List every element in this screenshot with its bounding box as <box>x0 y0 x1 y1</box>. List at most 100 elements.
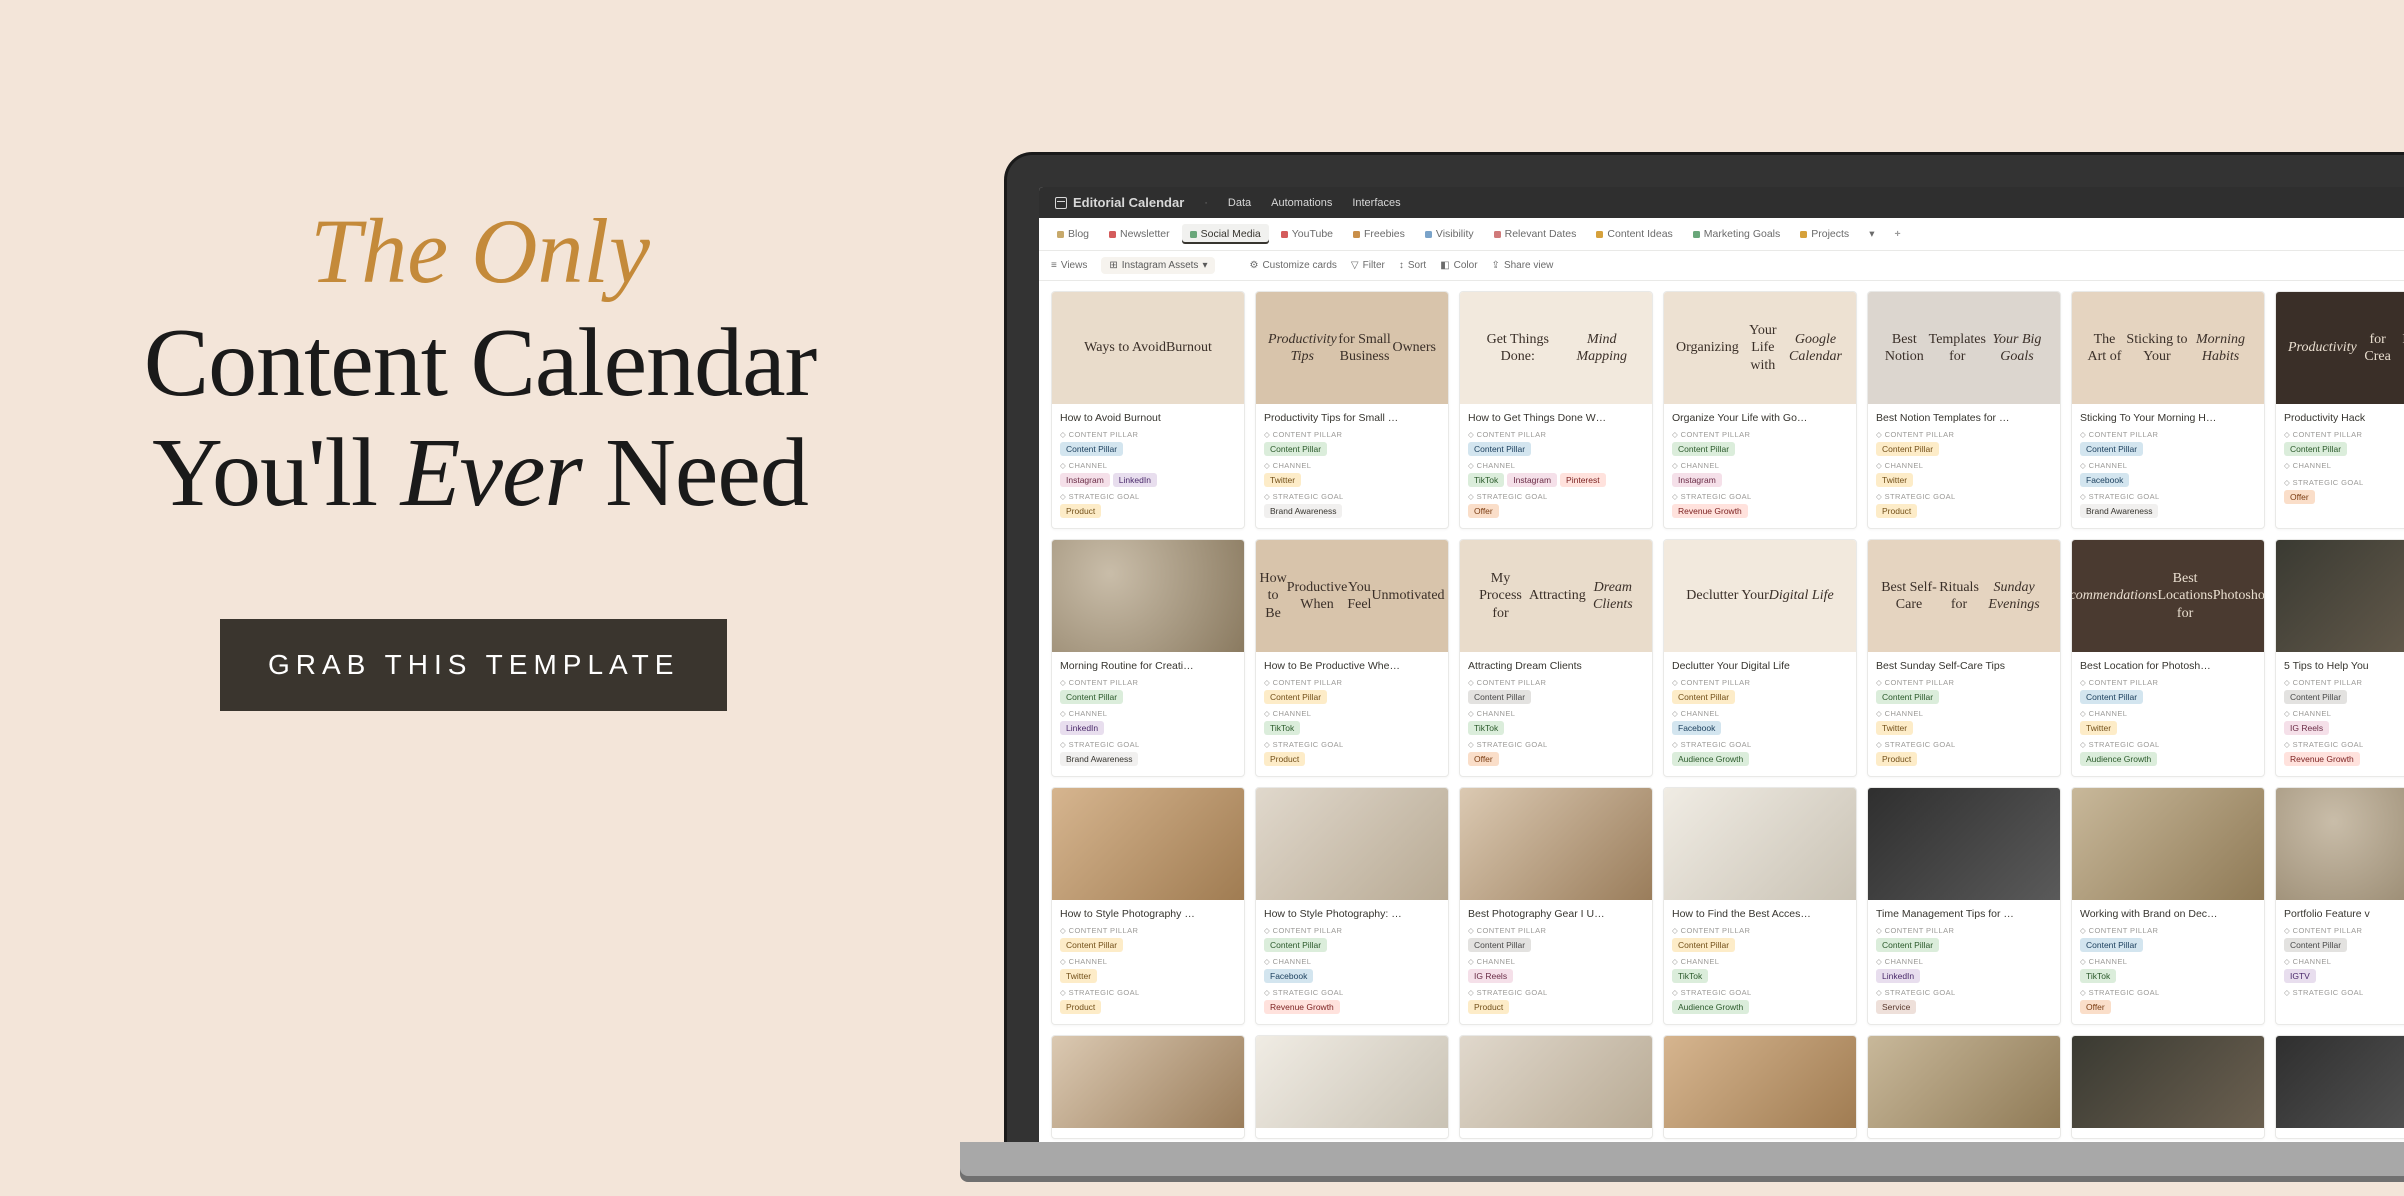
content-card[interactable]: Get Things Done:Mind MappingHow to Get T… <box>1459 291 1653 529</box>
content-card[interactable]: Productivity Tipsfor Small BusinessOwner… <box>1255 291 1449 529</box>
laptop-bezel: Editorial Calendar · Data Automations In… <box>1004 152 2404 1142</box>
card-body <box>1460 1128 1652 1138</box>
property-label: ◇ CONTENT PILLAR <box>1876 926 2052 935</box>
tag-row: Content Pillar <box>1672 690 1848 704</box>
tab-marketing-goals[interactable]: Marketing Goals <box>1685 224 1788 244</box>
content-card[interactable] <box>1051 1035 1245 1139</box>
header-meta[interactable]: Automations <box>1271 197 1332 209</box>
tab-blog[interactable]: Blog <box>1049 224 1097 244</box>
tab-content-ideas[interactable]: Content Ideas <box>1588 224 1680 244</box>
card-thumbnail <box>1052 788 1244 900</box>
thumb-text-line: for Crea <box>2357 331 2399 366</box>
content-card[interactable] <box>1255 1035 1449 1139</box>
card-thumbnail <box>2072 788 2264 900</box>
property-label: ◇ STRATEGIC GOAL <box>2284 988 2404 997</box>
tag: Twitter <box>1060 969 1097 983</box>
filter-button[interactable]: ▽ Filter <box>1351 260 1385 271</box>
tab-relevant-dates[interactable]: Relevant Dates <box>1486 224 1585 244</box>
content-card[interactable]: Best NotionTemplates forYour Big GoalsBe… <box>1867 291 2061 529</box>
tab-color-icon <box>1109 231 1116 238</box>
content-card[interactable]: How to Style Photography: …◇ CONTENT PIL… <box>1255 787 1449 1025</box>
tag-row: TikTok <box>1468 721 1644 735</box>
content-card[interactable] <box>1459 1035 1653 1139</box>
card-thumbnail: Get Things Done:Mind Mapping <box>1460 292 1652 404</box>
property-label: ◇ CHANNEL <box>2284 709 2404 718</box>
tag: Content Pillar <box>2080 938 2143 952</box>
tag-row: Content Pillar <box>2284 938 2404 952</box>
tag-row: Content Pillar <box>1264 442 1440 456</box>
thumb-text-line: Ways to Avoid <box>1084 339 1166 357</box>
content-card[interactable] <box>2071 1035 2265 1139</box>
tab-more[interactable]: ▾ <box>1861 224 1882 244</box>
card-thumbnail <box>1256 1036 1448 1128</box>
tab-newsletter[interactable]: Newsletter <box>1101 224 1178 244</box>
header-meta[interactable]: Interfaces <box>1352 197 1400 209</box>
tag: Facebook <box>1264 969 1313 983</box>
tag: Content Pillar <box>2080 442 2143 456</box>
content-card[interactable]: 5 Tips to Help You◇ CONTENT PILLARConten… <box>2275 539 2404 777</box>
content-card[interactable]: How to Find the Best Acces…◇ CONTENT PIL… <box>1663 787 1857 1025</box>
content-card[interactable] <box>1867 1035 2061 1139</box>
tab-visibility[interactable]: Visibility <box>1417 224 1482 244</box>
content-card[interactable] <box>1663 1035 1857 1139</box>
property-label: ◇ CONTENT PILLAR <box>1060 926 1236 935</box>
card-body: Portfolio Feature v◇ CONTENT PILLARConte… <box>2276 900 2404 1010</box>
card-thumbnail <box>1664 788 1856 900</box>
property-label: ◇ STRATEGIC GOAL <box>1060 492 1236 501</box>
content-card[interactable]: Best Self-CareRituals forSunday Evenings… <box>1867 539 2061 777</box>
content-card[interactable]: Time Management Tips for …◇ CONTENT PILL… <box>1867 787 2061 1025</box>
property-label: ◇ STRATEGIC GOAL <box>2284 478 2404 487</box>
header-meta[interactable]: Data <box>1228 197 1251 209</box>
card-title: Productivity Hack <box>2284 412 2404 424</box>
card-body <box>2276 1128 2404 1138</box>
content-card[interactable]: Productivityfor CreaBusiness OProductivi… <box>2275 291 2404 529</box>
customize-button[interactable]: ⚙ Customize cards <box>1249 260 1336 271</box>
views-label: Views <box>1061 260 1088 271</box>
color-button[interactable]: ◧ Color <box>1440 260 1477 271</box>
property-label: ◇ CHANNEL <box>2080 957 2256 966</box>
view-selector[interactable]: ⊞ Instagram Assets ▾ <box>1101 257 1215 274</box>
content-card[interactable] <box>2275 1035 2404 1139</box>
property-label: ◇ CHANNEL <box>1876 709 2052 718</box>
content-card[interactable]: Portfolio Feature v◇ CONTENT PILLARConte… <box>2275 787 2404 1025</box>
card-thumbnail <box>1052 1036 1244 1128</box>
tag-row: IG Reels <box>2284 721 2404 735</box>
tab-youtube[interactable]: YouTube <box>1273 224 1341 244</box>
content-card[interactable]: My Process forAttractingDream ClientsAtt… <box>1459 539 1653 777</box>
grab-template-button[interactable]: GRAB THIS TEMPLATE <box>220 619 727 711</box>
tab-social-media[interactable]: Social Media <box>1182 224 1269 244</box>
property-label: ◇ CHANNEL <box>2080 461 2256 470</box>
tag-row: TikTok <box>1264 721 1440 735</box>
sort-button[interactable]: ↕ Sort <box>1399 260 1426 271</box>
tab-add[interactable]: + <box>1886 224 1908 244</box>
thumb-text-line: Declutter Your <box>1686 587 1768 605</box>
card-thumbnail: My Process forAttractingDream Clients <box>1460 540 1652 652</box>
page-title: Editorial Calendar <box>1055 195 1184 210</box>
content-card[interactable]: How to BeProductive WhenYou FeelUnmotiva… <box>1255 539 1449 777</box>
card-thumbnail: RecommendationsBest Locations forPhotosh… <box>2072 540 2264 652</box>
content-card[interactable]: Working with Brand on Dec…◇ CONTENT PILL… <box>2071 787 2265 1025</box>
tab-freebies[interactable]: Freebies <box>1345 224 1413 244</box>
tag: Product <box>1468 1000 1509 1014</box>
content-card[interactable]: The Art ofSticking to YourMorning Habits… <box>2071 291 2265 529</box>
card-body <box>1868 1128 2060 1138</box>
tab-color-icon <box>1800 231 1807 238</box>
property-label: ◇ STRATEGIC GOAL <box>1264 740 1440 749</box>
content-card[interactable]: RecommendationsBest Locations forPhotosh… <box>2071 539 2265 777</box>
tag: Offer <box>2284 490 2315 504</box>
share-button[interactable]: ⇪ Share view <box>1492 260 1554 271</box>
card-thumbnail: Best NotionTemplates forYour Big Goals <box>1868 292 2060 404</box>
content-card[interactable]: Ways to AvoidBurnoutHow to Avoid Burnout… <box>1051 291 1245 529</box>
content-card[interactable]: OrganizingYour Life withGoogle CalendarO… <box>1663 291 1857 529</box>
views-button[interactable]: ≡ Views <box>1051 260 1087 271</box>
content-card[interactable]: How to Style Photography …◇ CONTENT PILL… <box>1051 787 1245 1025</box>
content-card[interactable]: Declutter YourDigital LifeDeclutter Your… <box>1663 539 1857 777</box>
tab-projects[interactable]: Projects <box>1792 224 1857 244</box>
card-body: How to Get Things Done W…◇ CONTENT PILLA… <box>1460 404 1652 528</box>
property-label: ◇ CHANNEL <box>2284 957 2404 966</box>
thumb-text-line: Organizing <box>1676 339 1739 357</box>
content-card[interactable]: Best Photography Gear I U…◇ CONTENT PILL… <box>1459 787 1653 1025</box>
content-card[interactable]: Morning Routine for Creati…◇ CONTENT PIL… <box>1051 539 1245 777</box>
card-thumbnail <box>2072 1036 2264 1128</box>
card-body: Best Location for Photosh…◇ CONTENT PILL… <box>2072 652 2264 776</box>
